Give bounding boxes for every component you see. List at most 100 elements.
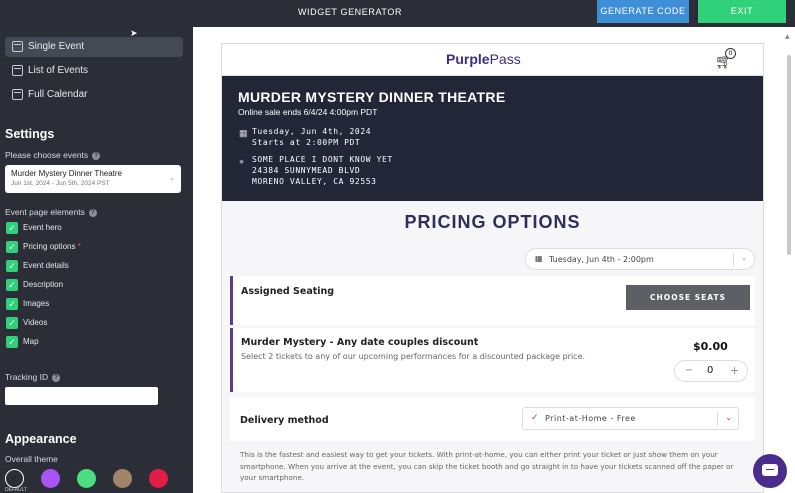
pricing-title: PRICING OPTIONS bbox=[404, 212, 581, 232]
assigned-seating-card: Assigned Seating CHOOSE SEATS bbox=[230, 276, 755, 325]
exit-button[interactable]: EXIT bbox=[698, 0, 786, 23]
widget-preview: PurplePass 🛒︎ 0 MURDER MYSTERY DINNER TH… bbox=[221, 43, 764, 493]
delivery-select[interactable]: ✓ Print-at-Home - Free ⌄ bbox=[522, 407, 739, 430]
element-label: Map bbox=[23, 337, 39, 346]
theme-swatch-red[interactable] bbox=[149, 469, 168, 488]
event-select-dates: Jun 1st, 2024 - Jun 5th, 2024 PST bbox=[11, 180, 110, 187]
help-icon[interactable]: ? bbox=[88, 208, 97, 217]
delivery-description: This is the fastest and easiest way to g… bbox=[240, 450, 734, 482]
location-pin-icon: ⌖ bbox=[239, 157, 245, 167]
ticket-description: Select 2 tickets to any of our upcoming … bbox=[241, 352, 586, 361]
delivery-value: Print-at-Home - Free bbox=[545, 414, 636, 423]
nav-label: Single Event bbox=[28, 41, 85, 52]
ticket-price: $0.00 bbox=[693, 340, 728, 353]
nav-full-calendar[interactable]: Full Calendar bbox=[5, 85, 183, 105]
check-icon: ✓ bbox=[531, 413, 539, 423]
event-select-name: Murder Mystery Dinner Theatre bbox=[11, 169, 122, 178]
calendar-icon bbox=[12, 65, 23, 76]
logo-part-pass: Pass bbox=[489, 51, 521, 67]
checkbox-checked-icon[interactable]: ✓ bbox=[6, 222, 18, 234]
help-icon[interactable]: ? bbox=[92, 151, 101, 160]
event-date: Tuesday, Jun 4th, 2024 bbox=[252, 127, 372, 136]
purplepass-logo: PurplePass bbox=[446, 51, 521, 67]
cart-count-badge: 0 bbox=[725, 48, 736, 59]
date-select-value: Tuesday, Jun 4th - 2:00pm bbox=[549, 255, 654, 264]
nav-single-event[interactable]: Single Event bbox=[5, 37, 183, 57]
calendar-icon: ▦ bbox=[535, 254, 543, 263]
element-label-text: Pricing options bbox=[23, 242, 76, 251]
assigned-seating-label: Assigned Seating bbox=[241, 286, 335, 297]
element-label: Description bbox=[23, 280, 64, 289]
event-time: Starts at 2:00PM PDT bbox=[252, 138, 361, 147]
element-label: Event details bbox=[23, 261, 69, 270]
theme-swatch-brown[interactable] bbox=[113, 469, 132, 488]
date-select[interactable]: ▦ Tuesday, Jun 4th - 2:00pm ⌄ bbox=[525, 248, 755, 270]
divider bbox=[733, 253, 734, 266]
chevron-down-icon: ⌄ bbox=[725, 413, 732, 422]
checkbox-checked-icon[interactable]: ✓ bbox=[6, 279, 18, 291]
theme-swatch-purple[interactable] bbox=[41, 469, 60, 488]
choose-events-label: Please choose events? bbox=[5, 150, 101, 160]
page-title: WIDGET GENERATOR bbox=[297, 7, 403, 17]
venue-name: SOME PLACE I DONT KNOW YET bbox=[252, 155, 393, 164]
choose-events-text: Please choose events bbox=[5, 150, 89, 160]
quantity-stepper: − 0 + bbox=[674, 360, 748, 382]
tracking-text: Tracking ID bbox=[5, 372, 49, 382]
event-select[interactable]: Murder Mystery Dinner Theatre Jun 1st, 2… bbox=[5, 165, 181, 193]
generate-code-button[interactable]: GENERATE CODE bbox=[597, 0, 689, 23]
tracking-label: Tracking ID? bbox=[5, 372, 61, 382]
logo-part-purple: Purple bbox=[446, 51, 490, 67]
delivery-label: Delivery method bbox=[240, 415, 329, 426]
widget-header: PurplePass 🛒︎ 0 bbox=[222, 44, 763, 76]
elements-label: Event page elements? bbox=[5, 207, 97, 217]
checkbox-checked-icon[interactable]: ✓ bbox=[6, 317, 18, 329]
help-icon[interactable]: ? bbox=[52, 373, 61, 382]
theme-swatch-green[interactable] bbox=[77, 469, 96, 488]
delivery-card: Delivery method ✓ Print-at-Home - Free ⌄ bbox=[230, 397, 755, 441]
calendar-icon bbox=[12, 41, 23, 52]
venue-city: MORENO VALLEY, CA 92553 bbox=[252, 177, 377, 186]
mouse-cursor-icon: ➤ bbox=[130, 29, 138, 39]
chat-icon bbox=[762, 464, 778, 476]
elements-text: Event page elements bbox=[5, 207, 85, 217]
ticket-card: Murder Mystery - Any date couples discou… bbox=[230, 328, 755, 392]
calendar-icon: ▦ bbox=[239, 128, 248, 138]
checkbox-checked-icon[interactable]: ✓ bbox=[6, 336, 18, 348]
event-name: MURDER MYSTERY DINNER THEATRE bbox=[238, 89, 506, 105]
theme-label: Overall theme bbox=[5, 454, 58, 464]
element-label: Videos bbox=[23, 318, 48, 327]
top-bar: WIDGET GENERATOR GENERATE CODE EXIT bbox=[0, 0, 795, 27]
ticket-name: Murder Mystery - Any date couples discou… bbox=[241, 337, 479, 348]
element-label: Event hero bbox=[23, 223, 62, 232]
checkbox-checked-icon[interactable]: ✓ bbox=[6, 241, 18, 253]
element-label: Pricing options * bbox=[23, 242, 81, 251]
required-mark: * bbox=[77, 242, 81, 251]
venue-street: 24384 SUNNYMEAD BLVD bbox=[252, 166, 361, 175]
checkbox-checked-icon[interactable]: ✓ bbox=[6, 298, 18, 310]
divider bbox=[717, 412, 718, 426]
check-icon: ✓ bbox=[10, 473, 19, 484]
appearance-heading: Appearance bbox=[5, 432, 77, 446]
event-hero: MURDER MYSTERY DINNER THEATRE Online sal… bbox=[222, 76, 763, 201]
element-label: Images bbox=[23, 299, 50, 308]
settings-heading: Settings bbox=[5, 127, 55, 141]
checkbox-checked-icon[interactable]: ✓ bbox=[6, 260, 18, 272]
choose-seats-button[interactable]: CHOOSE SEATS bbox=[626, 285, 750, 310]
scroll-up-icon[interactable]: ▲ bbox=[785, 33, 790, 40]
scrollbar-thumb[interactable] bbox=[787, 55, 791, 255]
nav-list-of-events[interactable]: List of Events bbox=[5, 61, 183, 81]
chevron-down-icon: ⌄ bbox=[741, 254, 747, 262]
sale-end: Online sale ends 6/4/24 4:00pm PDT bbox=[238, 107, 378, 117]
quantity-value: 0 bbox=[707, 365, 714, 376]
chat-bubble-button[interactable] bbox=[753, 454, 787, 488]
default-theme-label: DEFAULT bbox=[5, 487, 28, 493]
sidebar: Single Event List of Events Full Calenda… bbox=[0, 27, 193, 493]
nav-label: Full Calendar bbox=[28, 89, 88, 100]
increment-button[interactable]: + bbox=[730, 364, 739, 377]
chevron-down-icon: ⌄ bbox=[169, 175, 175, 182]
nav-label: List of Events bbox=[28, 65, 89, 76]
tracking-id-input[interactable] bbox=[5, 387, 158, 405]
theme-swatch-default[interactable]: ✓ bbox=[5, 469, 24, 488]
calendar-icon bbox=[12, 89, 23, 100]
decrement-button[interactable]: − bbox=[685, 365, 693, 376]
